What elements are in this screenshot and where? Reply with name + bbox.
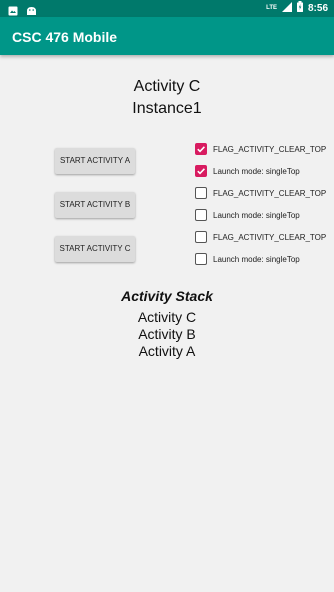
checkbox-box[interactable] (195, 253, 207, 265)
checkbox-box[interactable] (195, 187, 207, 199)
checkbox-b-single-top[interactable]: Launch mode: singleTop (195, 207, 300, 223)
checkbox-box[interactable] (195, 231, 207, 243)
status-time: 8:56 (307, 2, 328, 14)
start-activity-b-button[interactable]: START ACTIVITY B (55, 192, 135, 218)
checkbox-a-single-top[interactable]: Launch mode: singleTop (195, 163, 300, 179)
signal-icon (281, 1, 292, 15)
instance-label: Instance1 (132, 100, 202, 117)
start-activity-a-button[interactable]: START ACTIVITY A (55, 148, 135, 174)
app-bar: CSC 476 Mobile (0, 17, 334, 55)
checkbox-label: Launch mode: singleTop (213, 166, 300, 176)
checkbox-b-clear-top[interactable]: FLAG_ACTIVITY_CLEAR_TOP (195, 185, 326, 201)
start-activity-c-button[interactable]: START ACTIVITY C (55, 236, 135, 262)
checkbox-label: FLAG_ACTIVITY_CLEAR_TOP (213, 144, 327, 154)
checkbox-label: Launch mode: singleTop (213, 254, 300, 264)
checkbox-box[interactable] (195, 165, 207, 177)
checkbox-label: Launch mode: singleTop (213, 210, 300, 220)
checkbox-label: FLAG_ACTIVITY_CLEAR_TOP (213, 188, 327, 198)
current-activity-label: Activity C (133, 78, 201, 95)
checkmark-icon (197, 168, 205, 175)
checkbox-c-clear-top[interactable]: FLAG_ACTIVITY_CLEAR_TOP (195, 229, 326, 245)
checkbox-c-single-top[interactable]: Launch mode: singleTop (195, 251, 300, 267)
network-type-label: LTE (266, 5, 277, 11)
checkbox-a-clear-top[interactable]: FLAG_ACTIVITY_CLEAR_TOP (195, 141, 326, 157)
status-bar: LTE 8:56 (0, 0, 334, 17)
activity-stack-title: Activity Stack (121, 288, 213, 304)
checkbox-box[interactable] (195, 209, 207, 221)
checkbox-label: FLAG_ACTIVITY_CLEAR_TOP (213, 232, 327, 242)
stack-item: Activity B (138, 326, 196, 342)
checkmark-icon (197, 146, 205, 153)
app-title: CSC 476 Mobile (12, 29, 118, 45)
battery-icon (296, 1, 303, 15)
checkbox-box[interactable] (195, 143, 207, 155)
stack-item: Activity A (138, 343, 196, 359)
stack-item: Activity C (137, 309, 197, 325)
main-content: Activity C Instance1 START ACTIVITY A ST… (0, 55, 334, 592)
